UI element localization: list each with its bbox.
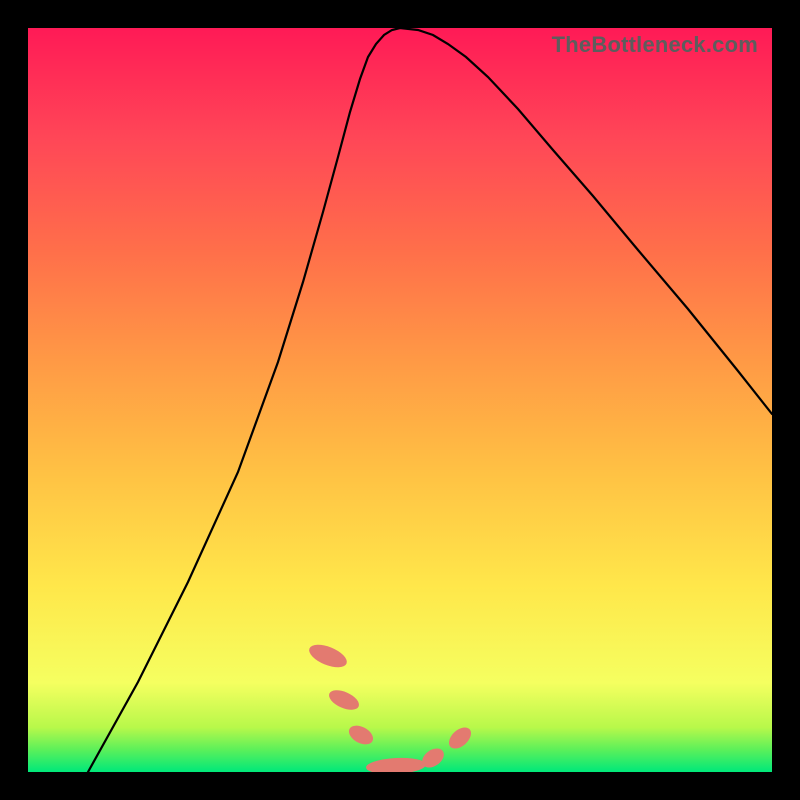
- bead-1: [326, 686, 362, 714]
- bead-2: [346, 722, 376, 748]
- plot-area: TheBottleneck.com: [28, 28, 772, 772]
- chart-frame: TheBottleneck.com: [0, 0, 800, 800]
- right-curve: [400, 28, 772, 414]
- bead-5: [445, 723, 475, 752]
- left-curve: [88, 28, 400, 772]
- chart-svg: [28, 28, 772, 772]
- bead-0: [306, 640, 350, 672]
- bead-group: [306, 640, 475, 772]
- bead-3: [366, 756, 427, 772]
